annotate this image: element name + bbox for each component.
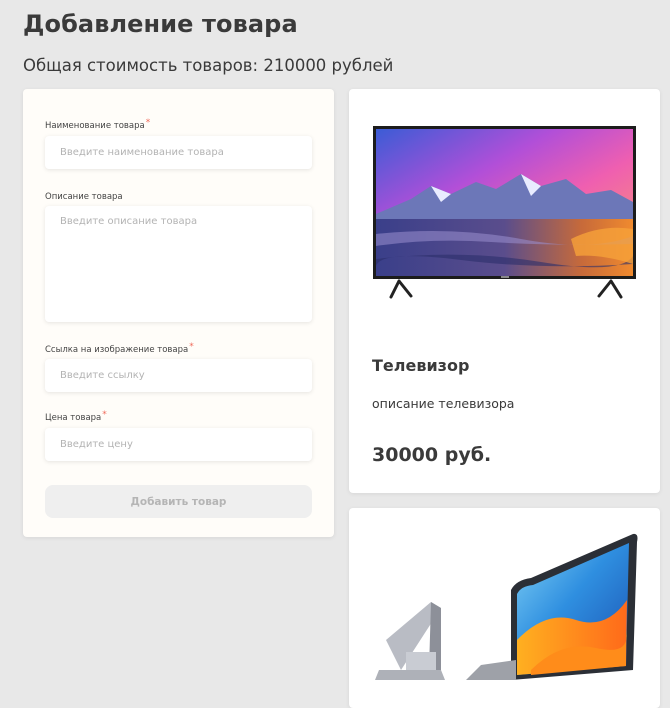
price-label-text: Цена товара	[45, 413, 102, 423]
page-title: Добавление товара	[23, 10, 298, 38]
product-price: 30000 руб.	[372, 444, 492, 466]
product-title: Телевизор	[372, 356, 470, 375]
price-input[interactable]	[45, 428, 312, 461]
product-description: описание телевизора	[372, 396, 515, 411]
image-url-input[interactable]	[45, 359, 312, 392]
add-product-button[interactable]: Добавить товар	[45, 485, 312, 518]
name-label-text: Наименование товара	[45, 121, 145, 131]
laptop-product-image	[375, 533, 638, 680]
image-url-label-text: Ссылка на изображение товара	[45, 345, 189, 355]
name-input[interactable]	[45, 136, 312, 169]
price-label: Цена товара*	[45, 410, 107, 423]
description-label: Описание товара	[45, 192, 123, 202]
description-input[interactable]	[45, 206, 312, 322]
product-card	[349, 508, 660, 708]
total-cost: Общая стоимость товаров: 210000 рублей	[23, 56, 394, 75]
required-mark: *	[102, 410, 107, 420]
image-url-label: Ссылка на изображение товара*	[45, 342, 194, 355]
tv-product-image	[373, 126, 636, 299]
add-product-form: Наименование товара* Описание товара Ссы…	[23, 89, 334, 537]
product-card: Телевизор описание телевизора 30000 руб.	[349, 89, 660, 493]
required-mark: *	[145, 118, 151, 128]
required-mark: *	[189, 342, 194, 352]
description-label-text: Описание товара	[45, 192, 123, 202]
name-label: Наименование товара*	[45, 118, 151, 131]
